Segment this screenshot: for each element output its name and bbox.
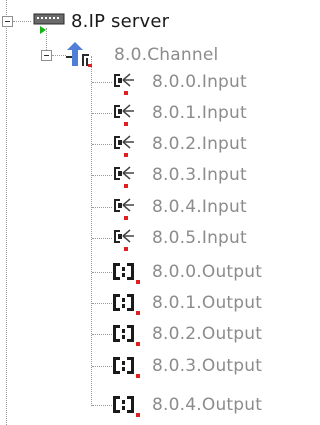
tree-line bbox=[92, 405, 112, 406]
tree-item-output[interactable]: 8.0.0.Output bbox=[112, 257, 262, 287]
tree-item-label: 8.0.Channel bbox=[114, 45, 219, 65]
tree-item-output[interactable]: 8.0.3.Output bbox=[112, 351, 262, 381]
tree-line bbox=[92, 207, 112, 208]
input-connector-icon bbox=[114, 73, 134, 87]
output-bracket-icon bbox=[113, 294, 134, 311]
tree-item-label: 8.0.1.Input bbox=[152, 103, 247, 123]
tree-line bbox=[92, 144, 112, 145]
tree-item-output[interactable]: 8.0.1.Output bbox=[112, 288, 262, 318]
input-connector-icon bbox=[114, 198, 134, 212]
channel-antenna-icon bbox=[66, 42, 92, 67]
input-connector-icon bbox=[114, 166, 134, 180]
network-server-icon bbox=[33, 13, 65, 25]
input-connector-icon bbox=[114, 229, 134, 243]
collapse-toggle-channel[interactable] bbox=[41, 50, 52, 61]
tree-item-input[interactable]: 8.0.1.Input bbox=[112, 98, 247, 128]
tree-line bbox=[92, 334, 112, 335]
status-error-icon bbox=[124, 247, 128, 251]
status-error-icon bbox=[136, 374, 140, 378]
status-error-icon bbox=[136, 342, 140, 346]
output-bracket-icon bbox=[113, 263, 134, 280]
tree-item-input[interactable]: 8.0.5.Input bbox=[112, 223, 247, 253]
tree-item-input[interactable]: 8.0.3.Input bbox=[112, 160, 247, 190]
tree-item-label: 8.0.3.Output bbox=[152, 356, 263, 376]
output-bracket-icon bbox=[113, 396, 134, 413]
tree-item-input[interactable]: 8.0.4.Input bbox=[112, 192, 247, 222]
tree-line bbox=[92, 175, 112, 176]
input-connector-icon bbox=[114, 135, 134, 149]
tree-item-label: 8.0.5.Input bbox=[152, 228, 247, 248]
tree-line bbox=[92, 303, 112, 304]
tree-line bbox=[6, 0, 7, 425]
tree-item-label: 8.IP server bbox=[71, 10, 170, 32]
tree-item-label: 8.0.2.Output bbox=[152, 324, 263, 344]
status-error-icon bbox=[124, 153, 128, 157]
output-bracket-icon bbox=[113, 357, 134, 374]
tree-item-channel[interactable]: 8.0.Channel bbox=[66, 40, 218, 70]
tree-item-label: 8.0.1.Output bbox=[152, 293, 263, 313]
tree-line bbox=[92, 272, 112, 273]
tree-item-label: 8.0.0.Input bbox=[152, 72, 247, 92]
tree-item-label: 8.0.4.Output bbox=[152, 395, 263, 415]
tree-line bbox=[92, 113, 112, 114]
status-error-icon bbox=[124, 184, 128, 188]
tree-line bbox=[92, 82, 112, 83]
tree-line bbox=[92, 366, 112, 367]
status-error-icon bbox=[136, 311, 140, 315]
status-error-icon bbox=[136, 413, 140, 417]
collapse-toggle-server[interactable] bbox=[2, 16, 13, 27]
tree-line bbox=[13, 21, 31, 22]
status-error-icon bbox=[124, 216, 128, 220]
status-error-icon bbox=[124, 91, 128, 95]
status-error-icon bbox=[136, 280, 140, 284]
device-tree: 8.IP server 8.0.Channel 8.0.0.Input 8.0.… bbox=[0, 0, 320, 425]
tree-line bbox=[91, 56, 92, 406]
tree-item-server[interactable]: 8.IP server bbox=[33, 6, 169, 36]
status-running-icon bbox=[40, 26, 46, 34]
tree-item-output[interactable]: 8.0.2.Output bbox=[112, 319, 262, 349]
tree-item-label: 8.0.0.Output bbox=[152, 262, 263, 282]
tree-line bbox=[92, 238, 112, 239]
tree-item-output[interactable]: 8.0.4.Output bbox=[112, 390, 262, 420]
tree-item-label: 8.0.2.Input bbox=[152, 134, 247, 154]
tree-item-label: 8.0.4.Input bbox=[152, 197, 247, 217]
tree-item-input[interactable]: 8.0.2.Input bbox=[112, 129, 247, 159]
status-error-icon bbox=[124, 122, 128, 126]
tree-line bbox=[52, 55, 66, 56]
tree-item-input[interactable]: 8.0.0.Input bbox=[112, 67, 247, 97]
tree-item-label: 8.0.3.Input bbox=[152, 165, 247, 185]
input-connector-icon bbox=[114, 104, 134, 118]
output-bracket-icon bbox=[113, 325, 134, 342]
